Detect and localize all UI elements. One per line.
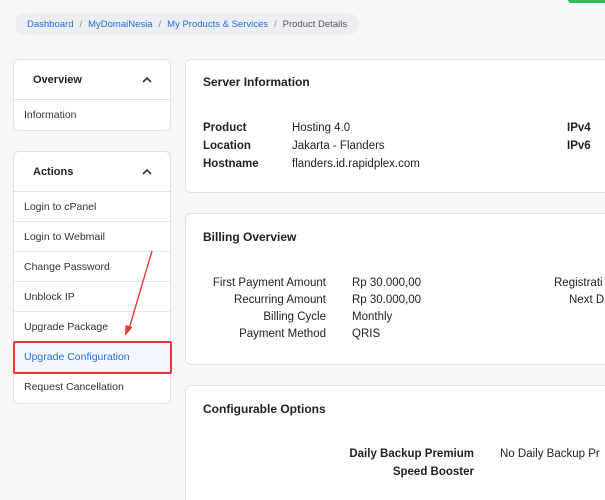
- overview-panel-header[interactable]: Overview: [14, 60, 170, 100]
- payment-method-value: QRIS: [352, 328, 381, 340]
- breadcrumb-separator: /: [274, 18, 277, 30]
- billing-cycle-value: Monthly: [352, 311, 393, 323]
- breadcrumb-products-services[interactable]: My Products & Services: [167, 19, 268, 30]
- billing-overview-title: Billing Overview: [203, 230, 297, 244]
- chevron-up-icon[interactable]: [141, 74, 153, 86]
- first-payment-value: Rp 30.000,00: [352, 277, 422, 289]
- server-information-card: Server Information Product Hosting 4.0 L…: [185, 59, 605, 193]
- payment-method-label: Payment Method: [239, 328, 326, 340]
- actions-panel-header[interactable]: Actions: [14, 152, 170, 192]
- sidebar-item-login-cpanel[interactable]: Login to cPanel: [14, 192, 170, 222]
- breadcrumb-current: Product Details: [282, 18, 348, 30]
- ipv6-label: IPv6: [567, 140, 591, 152]
- actions-title: Actions: [33, 165, 74, 178]
- first-payment-label: First Payment Amount: [212, 277, 326, 289]
- ipv4-label: IPv4: [567, 122, 591, 134]
- server-information-title: Server Information: [203, 75, 310, 89]
- breadcrumb-mydomainesia[interactable]: MyDomaiNesia: [88, 19, 152, 30]
- actions-panel: Actions Login to cPanel Login to Webmail…: [13, 151, 171, 404]
- breadcrumb: Dashboard / MyDomaiNesia / My Products &…: [15, 13, 360, 35]
- overview-panel: Overview Information: [13, 59, 171, 131]
- sidebar-item-upgrade-configuration[interactable]: Upgrade Configuration: [14, 342, 170, 372]
- location-label: Location: [203, 140, 251, 152]
- configurable-options-title: Configurable Options: [203, 402, 326, 416]
- daily-backup-label: Daily Backup Premium: [349, 448, 474, 460]
- registration-date-label: Registrati: [554, 277, 603, 289]
- product-value: Hosting 4.0: [292, 122, 351, 134]
- overview-title: Overview: [33, 73, 82, 86]
- configurable-options-card: Configurable Options Daily Backup Premiu…: [185, 385, 605, 500]
- daily-backup-value: No Daily Backup Pr: [500, 448, 600, 460]
- sidebar-item-unblock-ip[interactable]: Unblock IP: [14, 282, 170, 312]
- breadcrumb-dashboard[interactable]: Dashboard: [27, 19, 73, 30]
- hostname-label: Hostname: [203, 158, 259, 170]
- sidebar-item-login-webmail[interactable]: Login to Webmail: [14, 222, 170, 252]
- breadcrumb-separator: /: [158, 18, 162, 30]
- sidebar-item-request-cancellation[interactable]: Request Cancellation: [14, 372, 170, 402]
- top-green-button[interactable]: [568, 0, 605, 3]
- next-due-date-label: Next D: [569, 294, 605, 306]
- location-value: Jakarta - Flanders: [292, 140, 385, 152]
- chevron-up-icon[interactable]: [141, 166, 153, 178]
- billing-cycle-label: Billing Cycle: [263, 311, 326, 323]
- billing-overview-card: Billing Overview First Payment Amount Rp…: [185, 213, 605, 365]
- sidebar-item-upgrade-package[interactable]: Upgrade Package: [14, 312, 170, 342]
- breadcrumb-separator: /: [79, 18, 83, 30]
- recurring-amount-label: Recurring Amount: [233, 294, 326, 306]
- hostname-value: flanders.id.rapidplex.com: [292, 158, 420, 170]
- sidebar-item-information[interactable]: Information: [14, 100, 170, 130]
- sidebar-item-change-password[interactable]: Change Password: [14, 252, 170, 282]
- speed-booster-label: Speed Booster: [392, 466, 474, 478]
- recurring-amount-value: Rp 30.000,00: [352, 294, 422, 306]
- product-label: Product: [203, 122, 247, 134]
